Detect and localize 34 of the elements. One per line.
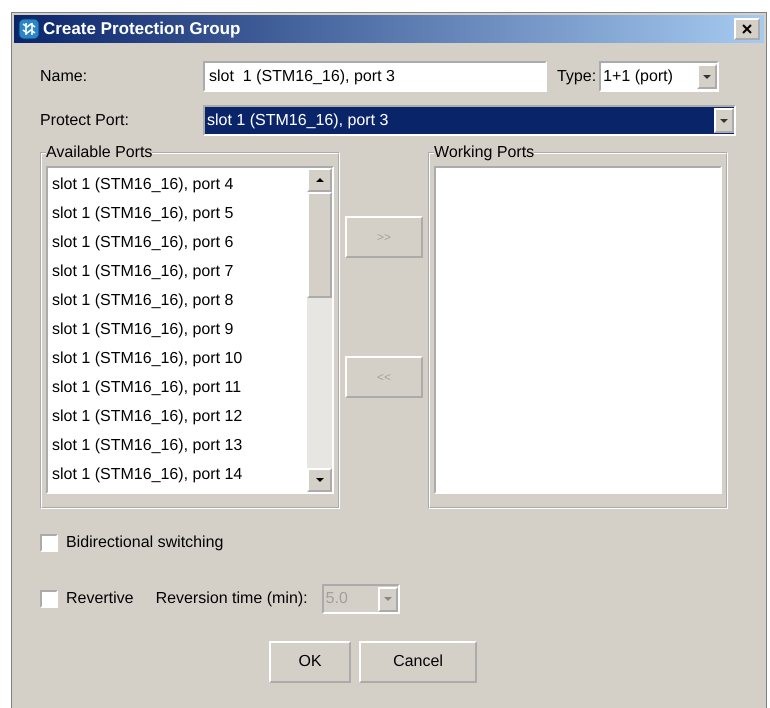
list-item[interactable]: slot 1 (STM16_16), port 12 bbox=[52, 402, 303, 431]
group-title: Available Ports bbox=[46, 144, 152, 162]
checkbox-label: Bidirectional switching bbox=[66, 534, 224, 552]
field-label: Reversion time (min): bbox=[156, 590, 308, 608]
checkbox[interactable] bbox=[40, 534, 58, 552]
field-label: Protect Port: bbox=[40, 112, 130, 130]
group-title: Working Ports bbox=[434, 144, 534, 162]
list-item[interactable]: slot 1 (STM16_16), port 7 bbox=[52, 257, 303, 286]
checkbox[interactable] bbox=[40, 590, 58, 608]
checkbox-label: Revertive bbox=[66, 590, 134, 608]
list-item[interactable]: slot 1 (STM16_16), port 4 bbox=[52, 170, 303, 199]
list-item[interactable]: slot 1 (STM16_16), port 14 bbox=[52, 460, 303, 489]
list-item[interactable]: slot 1 (STM16_16), port 11 bbox=[52, 373, 303, 402]
scroll-thumb[interactable] bbox=[307, 192, 332, 298]
field-label: Type: bbox=[557, 68, 596, 86]
type-dropdown[interactable]: 1+1 (port) bbox=[599, 61, 720, 92]
protect-port-dropdown[interactable]: slot 1 (STM16_16), port 3 bbox=[203, 105, 736, 136]
app-icon bbox=[18, 18, 40, 40]
scroll-down-icon[interactable] bbox=[307, 468, 332, 492]
ok-button[interactable]: OK bbox=[269, 641, 351, 683]
list-item[interactable]: slot 1 (STM16_16), port 13 bbox=[52, 431, 303, 460]
list-item[interactable]: slot 1 (STM16_16), port 8 bbox=[52, 286, 303, 315]
window-title: Create Protection Group bbox=[43, 19, 242, 39]
list-item[interactable]: slot 1 (STM16_16), port 10 bbox=[52, 344, 303, 373]
scrollbar[interactable] bbox=[307, 168, 332, 492]
list-item[interactable]: slot 1 (STM16_16), port 6 bbox=[52, 228, 303, 257]
list-item[interactable]: slot 1 (STM16_16), port 5 bbox=[52, 199, 303, 228]
field-label: Name: bbox=[40, 68, 88, 86]
close-icon bbox=[740, 23, 754, 35]
list-item[interactable]: slot 1 (STM16_16), port 9 bbox=[52, 315, 303, 344]
cancel-button[interactable]: Cancel bbox=[359, 641, 477, 683]
scroll-up-icon[interactable] bbox=[307, 168, 332, 192]
name-field[interactable]: slot 1 (STM16_16), port 3 bbox=[203, 61, 547, 92]
close-button[interactable] bbox=[734, 18, 760, 40]
